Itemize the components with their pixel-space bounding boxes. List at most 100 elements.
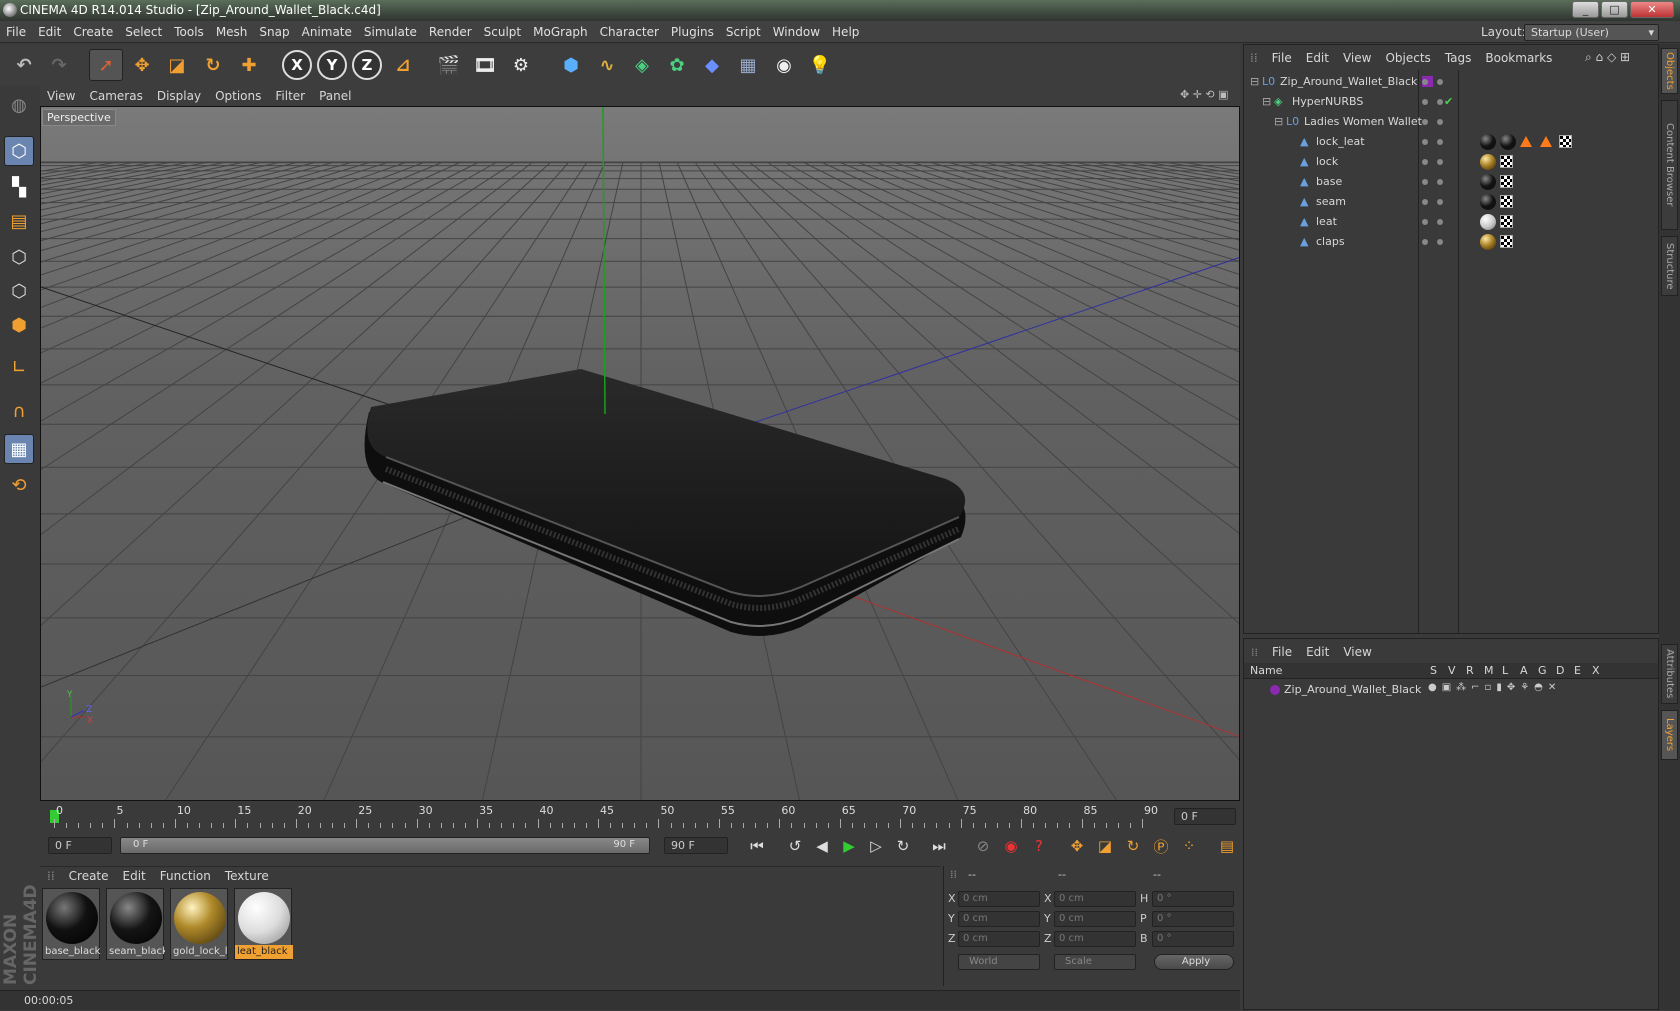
visibility-dot-icon[interactable] — [1422, 159, 1428, 165]
rotation-p-field[interactable]: 0 ° — [1152, 911, 1234, 927]
previous-frame-icon[interactable]: ◀ — [809, 834, 835, 858]
vp-menu-filter[interactable]: Filter — [268, 86, 312, 106]
points-mode-icon[interactable]: ⬡ — [4, 242, 34, 272]
material-tag-icon[interactable] — [1480, 194, 1496, 210]
spline-icon[interactable]: ∿ — [590, 49, 624, 81]
key-rotation-icon[interactable]: ↻ — [1120, 834, 1146, 858]
visibility-dot-icon[interactable] — [1437, 119, 1443, 125]
play-icon[interactable]: ▶ — [836, 834, 862, 858]
object-row-claps[interactable]: ▲ claps — [1244, 232, 1658, 252]
material-tag-icon[interactable] — [1480, 134, 1496, 150]
material-leat-black[interactable]: leat_black — [234, 888, 293, 960]
material-base-black[interactable]: base_black — [42, 888, 100, 960]
visibility-dot-icon[interactable] — [1422, 179, 1428, 185]
visibility-dot-icon[interactable] — [1422, 119, 1428, 125]
menu-edit[interactable]: Edit — [32, 21, 67, 43]
position-y-field[interactable]: 0 cm — [958, 911, 1040, 927]
menu-character[interactable]: Character — [594, 21, 665, 43]
x-axis-button[interactable]: X — [280, 49, 314, 81]
snap-icon[interactable]: ▦ — [4, 434, 34, 464]
menu-script[interactable]: Script — [720, 21, 767, 43]
camera-icon[interactable]: ◉ — [767, 49, 801, 81]
current-frame-field[interactable]: 0 F — [1174, 808, 1236, 825]
object-row-lock-leat[interactable]: ▲ lock_leat — [1244, 132, 1658, 152]
phong-tag-icon[interactable] — [1520, 136, 1532, 147]
frame-range-slider[interactable]: 0 F 90 F — [120, 837, 650, 854]
close-button[interactable]: ✕ — [1630, 1, 1674, 18]
tab-layers[interactable]: Layers — [1661, 710, 1678, 760]
array-icon[interactable]: ✿ — [660, 49, 694, 81]
visibility-dot-icon[interactable] — [1422, 139, 1428, 145]
obj-menu-bookmarks[interactable]: Bookmarks — [1478, 47, 1559, 69]
material-tag-icon[interactable] — [1480, 174, 1496, 190]
tab-attributes[interactable]: Attributes — [1661, 644, 1678, 704]
timeline[interactable]: 0 5 10 15 20 25 30 35 40 45 50 55 60 65 70 75 80 85 90 0 F — [40, 802, 1240, 832]
viewport-perspective[interactable]: Y Z X — [40, 106, 1240, 801]
tree-toggle-icon[interactable]: ⊟ — [1262, 92, 1271, 112]
timeline-window-icon[interactable]: ▤ — [1214, 834, 1240, 858]
deformer-icon[interactable]: ◆ — [695, 49, 729, 81]
visibility-dot-icon[interactable] — [1422, 99, 1428, 105]
object-row-seam[interactable]: ▲ seam — [1244, 192, 1658, 212]
layer-menu-view[interactable]: View — [1336, 642, 1378, 662]
visibility-dot-icon[interactable] — [1437, 179, 1443, 185]
object-row-lock[interactable]: ▲ lock — [1244, 152, 1658, 172]
axis-mode-icon[interactable]: ∟ — [4, 352, 34, 382]
visibility-dot-icon[interactable] — [1437, 139, 1443, 145]
record-keys-icon[interactable]: ⊘ — [970, 834, 996, 858]
obj-menu-tags[interactable]: Tags — [1438, 47, 1479, 69]
viewport-nav-icon[interactable]: ✥ ✛ ⟲ ▣ — [1180, 88, 1229, 101]
material-tag-icon[interactable] — [1500, 134, 1516, 150]
undo-icon[interactable]: ↶ — [7, 49, 41, 81]
visibility-dot-icon[interactable] — [1437, 219, 1443, 225]
key-parameter-icon[interactable]: Ⓟ — [1148, 834, 1174, 858]
make-editable-icon[interactable]: ◍ — [4, 90, 34, 120]
next-key-icon[interactable]: ↻ — [890, 834, 916, 858]
light-icon[interactable]: 💡 — [803, 49, 837, 81]
uvw-tag-icon[interactable] — [1500, 175, 1513, 188]
model-mode-icon[interactable]: ⬡ — [4, 136, 34, 166]
menu-file[interactable]: File — [0, 21, 32, 43]
menu-animate[interactable]: Animate — [296, 21, 358, 43]
scale-select[interactable]: Scale — [1054, 954, 1136, 970]
rotate-icon[interactable]: ↻ — [196, 49, 230, 81]
visibility-dot-icon[interactable] — [1437, 79, 1443, 85]
vp-menu-cameras[interactable]: Cameras — [82, 86, 149, 106]
texture-mode-icon[interactable]: ▚ — [4, 172, 34, 202]
uvw-tag-icon[interactable] — [1500, 215, 1513, 228]
position-z-field[interactable]: 0 cm — [958, 931, 1040, 947]
obj-menu-view[interactable]: View — [1336, 47, 1378, 69]
coordinate-system-icon[interactable]: ⊿ — [386, 49, 420, 81]
menu-help[interactable]: Help — [826, 21, 865, 43]
layer-color-icon[interactable] — [1270, 685, 1280, 695]
material-tag-icon[interactable] — [1480, 234, 1496, 250]
object-row-base[interactable]: ▲ base — [1244, 172, 1658, 192]
apply-button[interactable]: Apply — [1154, 954, 1234, 970]
layer-row[interactable]: Zip_Around_Wallet_Black ●▣⁂⌐▫▮✥⚘◓✕ — [1244, 681, 1658, 699]
render-settings-icon[interactable]: ⚙ — [504, 49, 538, 81]
key-scale-icon[interactable]: ◪ — [1092, 834, 1118, 858]
tree-toggle-icon[interactable]: ⊟ — [1250, 72, 1259, 92]
position-x-field[interactable]: 0 cm — [958, 891, 1040, 907]
vp-menu-display[interactable]: Display — [150, 86, 208, 106]
edges-mode-icon[interactable]: ⬡ — [4, 276, 34, 306]
tab-structure[interactable]: Structure — [1661, 236, 1678, 296]
rotation-b-field[interactable]: 0 ° — [1152, 931, 1234, 947]
layer-menu-edit[interactable]: Edit — [1299, 642, 1336, 662]
start-frame-field[interactable]: 0 F — [48, 837, 112, 854]
vp-menu-view[interactable]: View — [40, 86, 82, 106]
floor-icon[interactable]: ▦ — [731, 49, 765, 81]
key-position-icon[interactable]: ✥ — [1064, 834, 1090, 858]
visibility-dot-icon[interactable] — [1437, 239, 1443, 245]
menu-mograph[interactable]: MoGraph — [527, 21, 594, 43]
render-view-icon[interactable]: 🎬 — [432, 49, 466, 81]
visibility-dot-icon[interactable] — [1422, 199, 1428, 205]
next-frame-icon[interactable]: ▷ — [863, 834, 889, 858]
y-axis-button[interactable]: Y — [315, 49, 349, 81]
nurbs-icon[interactable]: ◈ — [625, 49, 659, 81]
vp-menu-panel[interactable]: Panel — [312, 86, 358, 106]
auto-keying-icon[interactable]: ◉ — [998, 834, 1024, 858]
z-axis-button[interactable]: Z — [350, 49, 384, 81]
visibility-dot-icon[interactable] — [1437, 159, 1443, 165]
menu-sculpt[interactable]: Sculpt — [478, 21, 527, 43]
